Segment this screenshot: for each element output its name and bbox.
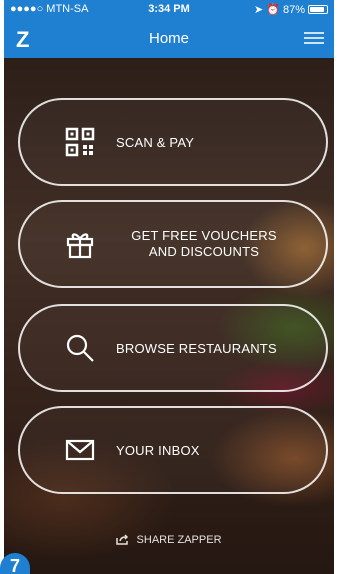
alarm-icon: ⏰	[266, 4, 280, 16]
status-right: ➤ ⏰ 87%	[254, 3, 328, 16]
qr-code-icon	[64, 126, 96, 158]
inbox-button[interactable]: YOUR INBOX	[18, 406, 328, 494]
share-zapper-label: SHARE ZAPPER	[136, 534, 222, 546]
search-icon	[64, 332, 96, 364]
nav-bar: Z Home	[4, 20, 334, 58]
browse-restaurants-button[interactable]: BROWSE RESTAURANTS	[18, 304, 328, 392]
scan-and-pay-button[interactable]: SCAN & PAY	[18, 98, 328, 186]
location-icon: ➤	[254, 4, 264, 16]
inbox-label: YOUR INBOX	[116, 442, 200, 458]
status-bar: ●●●●○ MTN-SA 3:34 PM ➤ ⏰ 87%	[4, 0, 334, 20]
free-vouchers-label-line1: GET FREE VOUCHERS	[131, 228, 277, 243]
free-vouchers-label: GET FREE VOUCHERS AND DISCOUNTS	[116, 202, 316, 286]
envelope-icon	[64, 434, 96, 466]
hamburger-menu-icon[interactable]	[304, 29, 324, 47]
battery-icon	[308, 5, 328, 14]
browse-restaurants-label: BROWSE RESTAURANTS	[116, 340, 277, 356]
page-title: Home	[148, 30, 189, 47]
free-vouchers-button[interactable]: GET FREE VOUCHERS AND DISCOUNTS	[18, 200, 328, 288]
phone-screen: ●●●●○ MTN-SA 3:34 PM ➤ ⏰ 87% Z Home SCAN…	[4, 0, 334, 574]
free-vouchers-label-line2: AND DISCOUNTS	[148, 244, 260, 259]
share-zapper-link[interactable]: SHARE ZAPPER	[4, 534, 334, 546]
battery-percent: 87%	[282, 3, 305, 16]
share-icon	[116, 534, 136, 546]
scan-and-pay-label: SCAN & PAY	[116, 134, 195, 150]
gift-icon	[64, 228, 96, 260]
